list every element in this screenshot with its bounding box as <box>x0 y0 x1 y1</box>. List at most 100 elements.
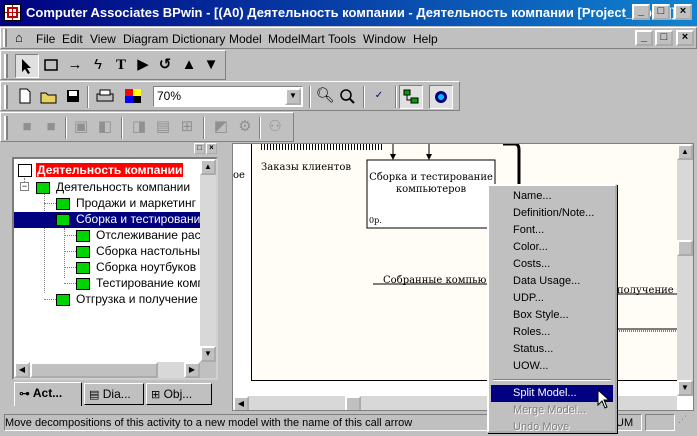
menu-window[interactable]: Window <box>363 32 406 46</box>
scroll-thumb[interactable] <box>30 362 158 378</box>
mdi-close-button[interactable]: × <box>676 30 694 46</box>
tree-vertical-scrollbar[interactable]: ▲ ▼ <box>200 159 216 362</box>
menu-item-udp[interactable]: UDP... <box>491 290 613 307</box>
panel-float-button[interactable]: □ <box>194 143 205 154</box>
expand-toggle[interactable]: − <box>20 182 29 191</box>
mm-disconnect-icon[interactable]: ■ <box>39 116 63 140</box>
menu-item-definition-note[interactable]: Definition/Note... <box>491 205 613 222</box>
maximize-button[interactable]: □ <box>652 4 670 20</box>
pointer-tool-icon[interactable] <box>15 54 39 78</box>
tab-objects[interactable]: ⊞ Obj... <box>146 383 212 405</box>
menu-item-font[interactable]: Font... <box>491 222 613 239</box>
tree-item[interactable]: Тестирование комп <box>76 276 204 292</box>
mdi-restore-button[interactable]: □ <box>655 30 673 46</box>
mm-connect-icon[interactable]: ■ <box>15 116 39 140</box>
mdi-minimize-button[interactable]: _ <box>635 30 653 46</box>
zoom-select[interactable]: 70% ▼ <box>153 86 303 107</box>
diagram-vertical-scrollbar[interactable]: ▲ ▼ <box>677 144 693 396</box>
toolbar-grip[interactable] <box>4 54 8 78</box>
menu-tools[interactable]: Tools <box>328 32 356 46</box>
scroll-down-icon[interactable]: ▼ <box>677 380 693 396</box>
menu-item-box-style[interactable]: Box Style... <box>491 307 613 324</box>
tab-activities[interactable]: ⊶ Act... <box>14 382 82 406</box>
scroll-up-icon[interactable]: ▲ <box>677 144 693 160</box>
menu-item-costs[interactable]: Costs... <box>491 256 613 273</box>
diagram-canvas[interactable]: ое Заказы клиентов Сборка и тестирование… <box>232 143 694 411</box>
menu-item-name[interactable]: Name... <box>491 188 613 205</box>
menu-item-split-model[interactable]: Split Model... <box>491 385 613 402</box>
go-to-parent-icon[interactable]: ▲ <box>177 54 201 78</box>
menu-item-roles[interactable]: Roles... <box>491 324 613 341</box>
scroll-thumb[interactable] <box>677 240 693 256</box>
menu-edit[interactable]: Edit <box>62 32 83 46</box>
model-explorer-icon[interactable] <box>399 85 423 109</box>
menu-help[interactable]: Help <box>413 32 438 46</box>
bpwin-app-icon[interactable] <box>4 4 21 21</box>
scroll-up-icon[interactable]: ▲ <box>200 159 216 175</box>
panel-close-button[interactable]: × <box>206 143 217 154</box>
tree-item[interactable]: Продажи и маркетинг <box>56 196 196 212</box>
menu-grip[interactable] <box>3 29 7 47</box>
arrow-tool-icon[interactable]: → <box>63 54 87 78</box>
mm-grid-icon[interactable]: ⊞ <box>175 116 199 140</box>
arrow-label-orders[interactable]: Заказы клиентов <box>261 162 351 173</box>
mm-library-icon[interactable]: ◨ <box>127 116 151 140</box>
mm-users-icon[interactable]: ⚇ <box>263 116 287 140</box>
go-down-icon[interactable]: ▼ <box>199 54 223 78</box>
resize-grip-icon[interactable]: ⋰ <box>678 414 695 431</box>
tree-item[interactable]: Сборка настольных <box>76 244 206 260</box>
toolbar-grip-3[interactable] <box>4 116 8 140</box>
modelmart-icon[interactable] <box>429 85 453 109</box>
menu-item-undo-move[interactable]: Undo Move <box>491 419 613 436</box>
mm-compare-icon[interactable]: ▤ <box>151 116 175 140</box>
tree-root[interactable]: Деятельность компании <box>18 163 184 179</box>
menu-view[interactable]: View <box>90 32 116 46</box>
minimize-button[interactable]: _ <box>632 4 650 20</box>
zoom-fit-icon[interactable] <box>335 85 359 109</box>
arrow-label-receive[interactable]: получение <box>617 285 674 296</box>
tree-item[interactable]: Отгрузка и получение <box>56 292 198 308</box>
new-file-icon[interactable] <box>13 85 37 109</box>
tab-diagrams[interactable]: ▤ Dia... <box>84 383 144 405</box>
tree-item[interactable]: Сборка ноутбуков <box>76 260 196 276</box>
scroll-down-icon[interactable]: ▼ <box>200 346 216 362</box>
go-back-icon[interactable]: ↺ <box>153 54 177 78</box>
scroll-right-icon[interactable]: ▶ <box>184 362 200 378</box>
box-tool-icon[interactable] <box>39 54 63 78</box>
menu-diagram[interactable]: Diagram <box>123 32 168 46</box>
color-palette-icon[interactable] <box>121 85 145 109</box>
text-tool-icon[interactable]: T <box>109 54 133 78</box>
menu-file[interactable]: File <box>36 32 55 46</box>
scroll-left-icon[interactable]: ◀ <box>233 396 249 410</box>
menu-item-data-usage[interactable]: Data Usage... <box>491 273 613 290</box>
chevron-down-icon[interactable]: ▼ <box>285 88 301 105</box>
go-to-child-icon[interactable]: ▶ <box>131 54 155 78</box>
scroll-thumb[interactable] <box>345 396 361 410</box>
scroll-left-icon[interactable]: ◀ <box>14 362 30 378</box>
menu-item-merge-model[interactable]: Merge Model... <box>491 402 613 419</box>
tree-item[interactable]: Отслеживание расп <box>76 228 207 244</box>
menu-dictionary[interactable]: Dictionary <box>172 32 225 46</box>
open-folder-icon[interactable] <box>37 85 61 109</box>
menu-model[interactable]: Model <box>229 32 262 46</box>
squiggle-tool-icon[interactable]: ϟ <box>86 54 110 78</box>
tree-item-selected[interactable]: Сборка и тестирование <box>14 212 216 228</box>
menu-item-status[interactable]: Status... <box>491 341 613 358</box>
tree-horizontal-scrollbar[interactable]: ◀ ▶ <box>14 362 200 378</box>
save-icon[interactable] <box>61 85 85 109</box>
spell-check-icon[interactable]: ✓ <box>367 85 391 109</box>
tree-item[interactable]: Деятельность компании <box>36 180 190 196</box>
zoom-in-icon[interactable]: 🔍︎ <box>313 85 337 109</box>
menu-modelmart[interactable]: ModelMart <box>268 32 325 46</box>
mm-tools-icon[interactable]: ⚙ <box>233 116 257 140</box>
print-icon[interactable] <box>93 85 117 109</box>
mm-merge-icon[interactable]: ◩ <box>209 116 233 140</box>
arrow-label-collected[interactable]: Собранные компью <box>383 275 486 286</box>
menu-item-color[interactable]: Color... <box>491 239 613 256</box>
close-button[interactable]: × <box>674 4 692 20</box>
menu-item-uow[interactable]: UOW... <box>491 358 613 375</box>
mm-check-icon[interactable]: ◧ <box>93 116 117 140</box>
activity-box-label[interactable]: Сборка и тестирование компьютеров <box>367 172 495 196</box>
mdi-doc-icon[interactable]: ⌂ <box>15 30 23 45</box>
toolbar-grip-2[interactable] <box>4 85 8 109</box>
